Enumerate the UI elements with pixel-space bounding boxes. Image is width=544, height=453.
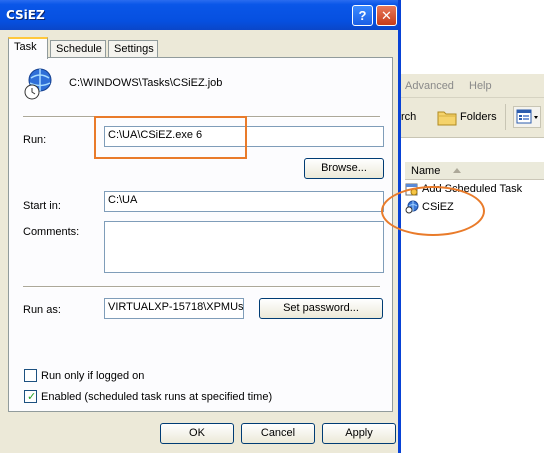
run-only-if-logged-on-checkbox[interactable] [24,369,37,382]
job-file-path: C:\WINDOWS\Tasks\CSiEZ.job [69,77,223,89]
task-tab-panel: C:\WINDOWS\Tasks\CSiEZ.job Run: C:\UA\CS… [8,57,393,412]
column-header-name[interactable]: Name [405,162,544,180]
explorer-toolbar: rch Folders [401,98,544,138]
dialog-title: CSiEZ [6,8,45,22]
views-icon [516,109,538,124]
menu-help[interactable]: Help [469,80,492,92]
sort-arrow-icon [453,168,461,173]
tab-schedule[interactable]: Schedule [50,40,106,58]
checkmark-icon: ✓ [27,391,37,403]
toolbar-separator [505,104,506,130]
browse-button[interactable]: Browse... [304,158,384,179]
folders-icon[interactable] [437,108,457,126]
views-button[interactable] [513,106,541,128]
search-button-fragment[interactable]: rch [401,111,416,123]
tab-settings[interactable]: Settings [108,40,158,58]
scheduled-tasks-list: Name Add Scheduled Task CSiEZ [401,138,544,453]
column-header-label: Name [411,165,441,177]
task-properties-dialog: CSiEZ ? ✕ Task Schedule Settings C:\WIND… [0,0,401,453]
set-password-button[interactable]: Set password... [259,298,383,319]
run-only-if-logged-on-label: Run only if logged on [41,370,145,382]
start-in-label: Start in: [23,200,61,212]
dialog-titlebar[interactable]: CSiEZ ? ✕ [0,0,398,30]
task-job-icon [24,68,52,100]
tab-task[interactable]: Task [8,37,48,59]
comments-textarea[interactable] [104,221,384,273]
run-as-input[interactable]: VIRTUALXP-15718\XPMUs [104,298,244,319]
folders-button-label[interactable]: Folders [460,111,497,123]
annotation-highlight-run [94,116,247,159]
close-button[interactable]: ✕ [376,5,397,26]
explorer-menubar: Advanced Help [401,74,544,98]
run-label: Run: [23,134,47,146]
cancel-button[interactable]: Cancel [241,423,315,444]
apply-button[interactable]: Apply [322,423,396,444]
enabled-label: Enabled (scheduled task runs at specifie… [41,391,273,403]
start-in-input[interactable]: C:\UA [104,191,384,212]
help-button[interactable]: ? [352,5,373,26]
comments-label: Comments: [23,226,80,238]
enabled-checkbox[interactable]: ✓ [24,390,37,403]
ok-button[interactable]: OK [160,423,234,444]
menu-advanced[interactable]: Advanced [405,80,454,92]
run-as-label: Run as: [23,304,61,316]
annotation-highlight-task [381,186,485,236]
divider [23,286,380,288]
